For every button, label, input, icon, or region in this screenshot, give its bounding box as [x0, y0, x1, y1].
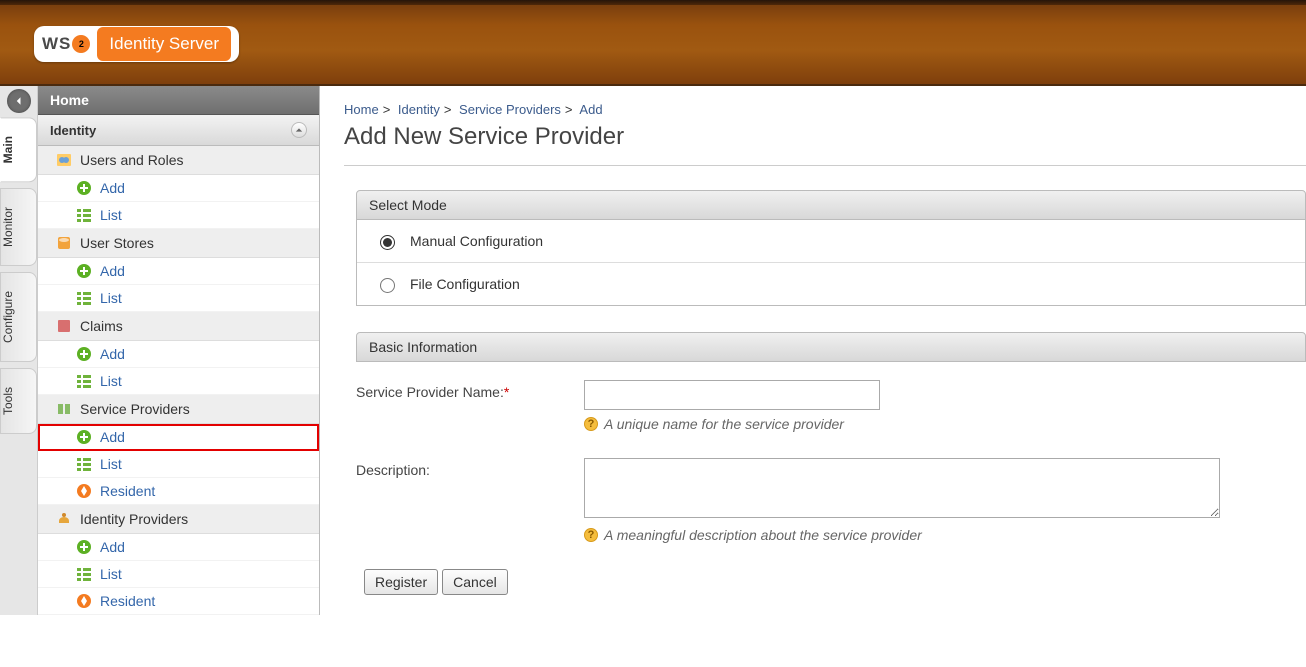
- database-icon: [56, 235, 72, 251]
- app-logo: WS2 Identity Server: [34, 26, 239, 62]
- breadcrumb-sp[interactable]: Service Providers: [459, 102, 561, 117]
- sidebar-item-label: List: [100, 290, 122, 306]
- radio-file-config-input[interactable]: [380, 278, 395, 293]
- list-icon: [76, 290, 92, 306]
- claims-icon: [56, 318, 72, 334]
- basic-info-header: Basic Information: [356, 332, 1306, 362]
- info-icon: ?: [584, 417, 598, 431]
- sidebar-item-label: List: [100, 373, 122, 389]
- rail-tab-configure[interactable]: Configure: [0, 272, 37, 362]
- sidebar-group-label: Identity Providers: [80, 511, 188, 527]
- wso2-logo-mark: WS2: [42, 34, 91, 54]
- app-title: Identity Server: [97, 27, 231, 61]
- sidebar-item-users-add[interactable]: Add: [38, 175, 319, 202]
- register-button[interactable]: Register: [364, 569, 438, 595]
- add-icon: [76, 429, 92, 445]
- sidebar-item-label: Add: [100, 429, 125, 445]
- radio-manual-config[interactable]: Manual Configuration: [357, 220, 1305, 262]
- list-icon: [76, 207, 92, 223]
- sp-name-input[interactable]: [584, 380, 880, 410]
- sidebar-item-label: List: [100, 456, 122, 472]
- sidebar-group-identity-providers[interactable]: Identity Providers: [38, 505, 319, 534]
- sidebar-item-stores-add[interactable]: Add: [38, 258, 319, 285]
- sidebar-item-stores-list[interactable]: List: [38, 285, 319, 312]
- users-icon: [56, 152, 72, 168]
- sidebar-group-users-roles[interactable]: Users and Roles: [38, 146, 319, 175]
- list-icon: [76, 456, 92, 472]
- rail-tab-monitor[interactable]: Monitor: [0, 188, 37, 266]
- sidebar-group-service-providers[interactable]: Service Providers: [38, 395, 319, 424]
- header-banner: WS2 Identity Server: [0, 0, 1306, 86]
- sidebar-item-label: Add: [100, 263, 125, 279]
- resident-icon: [76, 483, 92, 499]
- radio-manual-config-input[interactable]: [380, 235, 395, 250]
- sidebar-item-label: List: [100, 566, 122, 582]
- list-icon: [76, 566, 92, 582]
- add-icon: [76, 180, 92, 196]
- sidebar-section-identity[interactable]: Identity: [38, 115, 319, 146]
- sidebar-item-label: List: [100, 207, 122, 223]
- select-mode-header: Select Mode: [356, 190, 1306, 220]
- sidebar-home[interactable]: Home: [38, 86, 319, 115]
- sidebar-section-label: Identity: [50, 123, 96, 138]
- sp-name-hint: ? A unique name for the service provider: [584, 416, 880, 432]
- add-icon: [76, 346, 92, 362]
- identity-provider-icon: [56, 511, 72, 527]
- breadcrumb-current: Add: [579, 102, 602, 117]
- sidebar-item-label: Add: [100, 180, 125, 196]
- service-provider-icon: [56, 401, 72, 417]
- sidebar-item-idp-list[interactable]: List: [38, 561, 319, 588]
- resident-icon: [76, 593, 92, 609]
- sidebar-group-label: Claims: [80, 318, 123, 334]
- side-rail: Main Monitor Configure Tools: [0, 86, 38, 615]
- sidebar-item-sp-list[interactable]: List: [38, 451, 319, 478]
- sidebar-group-label: Service Providers: [80, 401, 190, 417]
- sidebar-item-label: Resident: [100, 483, 155, 499]
- radio-label: File Configuration: [410, 276, 520, 292]
- sidebar-group-user-stores[interactable]: User Stores: [38, 229, 319, 258]
- sidebar-item-label: Add: [100, 539, 125, 555]
- sidebar-group-label: User Stores: [80, 235, 154, 251]
- sidebar-item-label: Add: [100, 346, 125, 362]
- info-icon: ?: [584, 528, 598, 542]
- add-icon: [76, 263, 92, 279]
- chevron-up-icon[interactable]: [291, 122, 307, 138]
- main-content: Home> Identity> Service Providers> Add A…: [320, 86, 1306, 615]
- sidebar-group-label: Users and Roles: [80, 152, 184, 168]
- breadcrumb: Home> Identity> Service Providers> Add: [344, 102, 1306, 117]
- sidebar-group-claims[interactable]: Claims: [38, 312, 319, 341]
- sidebar-item-label: Resident: [100, 593, 155, 609]
- radio-label: Manual Configuration: [410, 233, 543, 249]
- rail-tab-main[interactable]: Main: [0, 117, 37, 182]
- sp-desc-hint: ? A meaningful description about the ser…: [584, 527, 1220, 543]
- divider: [344, 165, 1306, 166]
- sidebar-item-sp-add[interactable]: Add: [38, 424, 319, 451]
- back-icon[interactable]: [7, 89, 31, 113]
- cancel-button[interactable]: Cancel: [442, 569, 508, 595]
- list-icon: [76, 373, 92, 389]
- sp-desc-textarea[interactable]: [584, 458, 1220, 518]
- sp-desc-label: Description:: [356, 458, 584, 478]
- sidebar-item-users-list[interactable]: List: [38, 202, 319, 229]
- page-title: Add New Service Provider: [344, 123, 1306, 151]
- sidebar-item-idp-resident[interactable]: Resident: [38, 588, 319, 615]
- breadcrumb-identity[interactable]: Identity: [398, 102, 440, 117]
- sidebar-item-claims-add[interactable]: Add: [38, 341, 319, 368]
- sidebar: Home Identity Users and Roles Add: [38, 86, 320, 615]
- sidebar-item-claims-list[interactable]: List: [38, 368, 319, 395]
- sidebar-item-idp-add[interactable]: Add: [38, 534, 319, 561]
- sidebar-item-sp-resident[interactable]: Resident: [38, 478, 319, 505]
- sp-name-label: Service Provider Name:*: [356, 380, 584, 400]
- breadcrumb-home[interactable]: Home: [344, 102, 379, 117]
- rail-tab-tools[interactable]: Tools: [0, 368, 37, 434]
- radio-file-config[interactable]: File Configuration: [357, 262, 1305, 305]
- add-icon: [76, 539, 92, 555]
